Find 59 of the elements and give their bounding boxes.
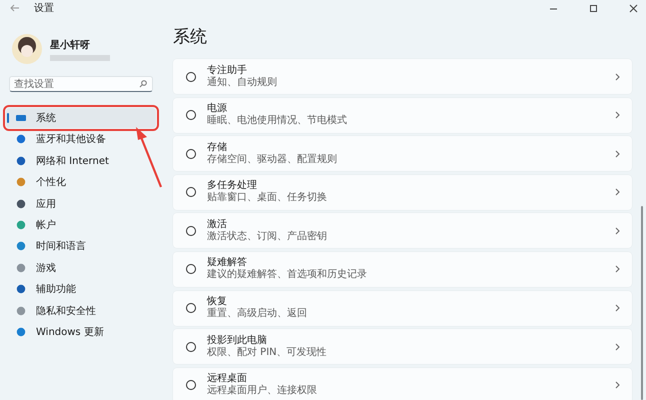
sidebar-item[interactable]: 帐户 — [6, 214, 156, 235]
settings-card[interactable]: 激活 激活状态、订阅、产品密钥 — [173, 213, 632, 248]
blurred-email — [50, 54, 110, 60]
chevron-icon — [615, 111, 620, 120]
arrow-annotation — [133, 125, 163, 189]
card-title: 恢复 — [207, 296, 228, 308]
search-field[interactable]: 查找设置 — [9, 76, 153, 92]
search-icon — [139, 80, 147, 88]
card-title: 电源 — [207, 103, 228, 114]
chevron-icon — [615, 226, 620, 235]
settings-card[interactable]: 疑难解答 建议的疑难解答、首选项和历史记录 — [173, 252, 632, 287]
sidebar-item[interactable]: 隐私和安全性 — [6, 300, 156, 321]
card-subtitle: 存储空间、驱动器、配置规则 — [207, 154, 338, 166]
sidebar-item[interactable]: 蓝牙和其他设备 — [6, 129, 156, 150]
chevron-icon — [615, 188, 620, 196]
page-title: 系统 — [173, 26, 208, 48]
card-subtitle: 贴靠窗口、桌面、任务切换 — [207, 192, 328, 204]
card-subtitle: 权限、配对 PIN、可发现性 — [207, 346, 328, 359]
sidebar-item[interactable]: 系统 — [6, 108, 156, 128]
card-subtitle: 远程桌面用户、连接权限 — [207, 385, 318, 398]
sidebar-item[interactable]: 应用 — [6, 194, 156, 214]
card-subtitle: 激活状态、订阅、产品密钥 — [207, 230, 328, 243]
maximize-icon — [588, 4, 598, 12]
chevron-icon — [615, 265, 620, 274]
settings-card[interactable]: 电源 睡眠、电池使用情况、节电模式 — [173, 98, 632, 133]
card-title: 疑难解答 — [207, 257, 248, 268]
card-title: 远程桌面 — [207, 373, 248, 384]
settings-card[interactable]: 专注助手 通知、自动规则 — [173, 59, 632, 94]
sidebar-item[interactable]: 个性化 — [6, 172, 156, 192]
sidebar-item[interactable]: 游戏 — [6, 258, 156, 278]
card-title: 激活 — [207, 218, 228, 230]
chevron-icon — [615, 72, 620, 80]
card-title: 存储 — [207, 142, 228, 154]
chevron-icon — [615, 150, 620, 158]
chevron-icon — [615, 381, 620, 390]
sidebar-item[interactable]: Windows 更新 — [6, 322, 156, 342]
settings-card[interactable]: 多任务处理 贴靠窗口、桌面、任务切换 — [173, 174, 632, 210]
settings-card[interactable]: 存储 存储空间、驱动器、配置规则 — [173, 136, 632, 172]
scrollbar[interactable] — [641, 206, 643, 400]
chevron-icon — [615, 342, 620, 351]
card-title: 多任务处理 — [207, 180, 258, 192]
back-arrow-icon[interactable] — [10, 4, 20, 12]
card-subtitle: 重置、高级启动、返回 — [207, 308, 308, 320]
settings-card[interactable]: 投影到此电脑 权限、配对 PIN、可发现性 — [173, 329, 632, 364]
card-subtitle: 通知、自动规则 — [207, 76, 278, 88]
card-subtitle: 建议的疑难解答、首选项和历史记录 — [207, 269, 368, 282]
settings-card[interactable]: 恢复 重置、高级启动、返回 — [173, 290, 632, 326]
sidebar-item[interactable]: 网络和 Internet — [6, 150, 156, 171]
avatar-icon — [12, 34, 42, 64]
user-name: 星小轩呀 — [50, 38, 91, 52]
window-title: 设置 — [34, 2, 54, 15]
card-subtitle: 睡眠、电池使用情况、节电模式 — [207, 115, 348, 128]
card-title: 投影到此电脑 — [207, 334, 268, 346]
card-title: 专注助手 — [207, 64, 248, 76]
chevron-icon — [615, 304, 620, 312]
sidebar-item[interactable]: 时间和语言 — [6, 236, 156, 256]
sidebar-item[interactable]: 辅助功能 — [6, 279, 156, 300]
close-icon — [628, 4, 638, 12]
settings-card[interactable]: 远程桌面 远程桌面用户、连接权限 — [173, 368, 632, 400]
